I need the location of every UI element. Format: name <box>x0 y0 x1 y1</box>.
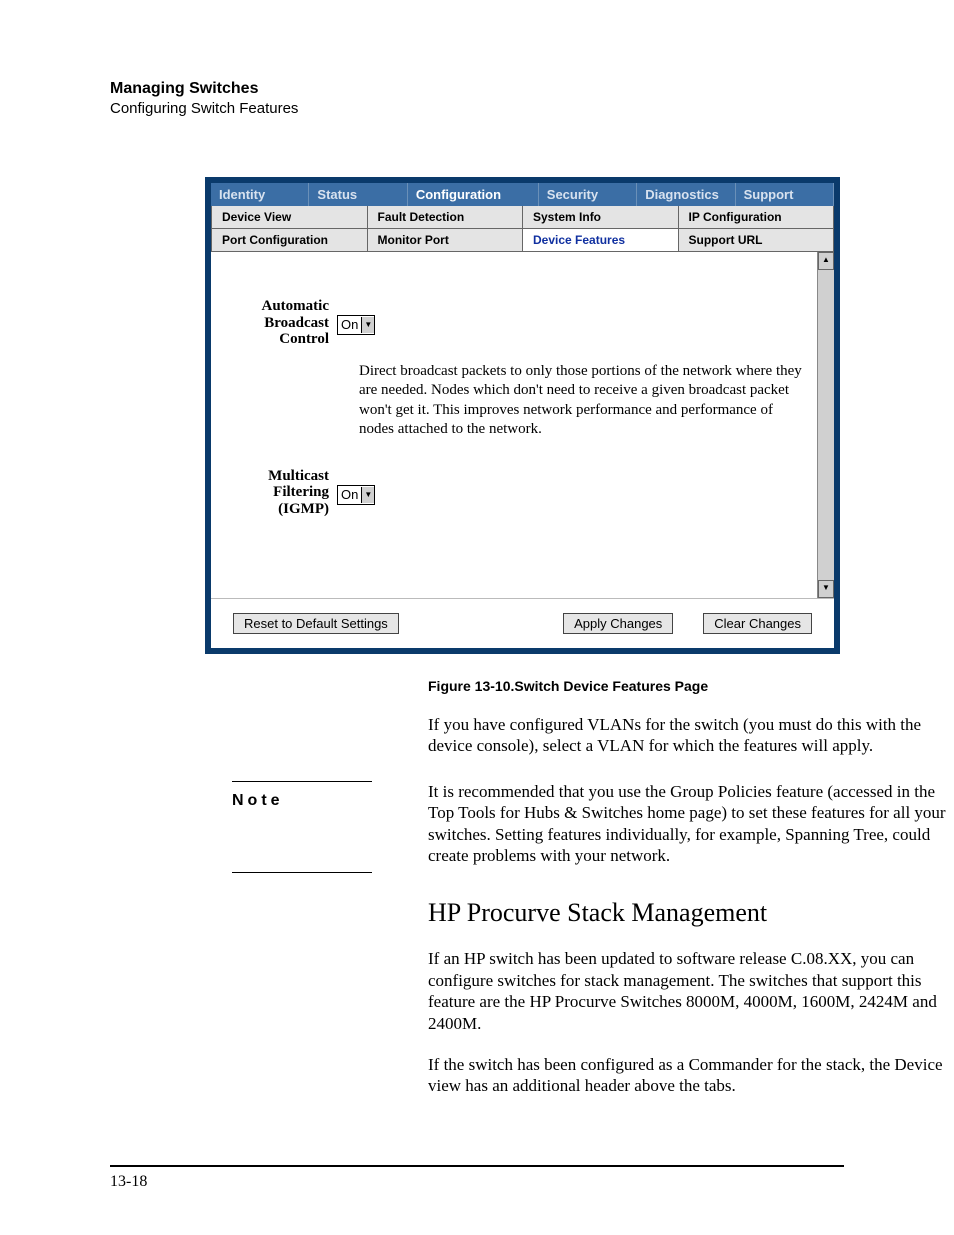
field-multicast-filtering: Multicast Filtering (IGMP) On ▼ <box>239 468 806 518</box>
abc-description: Direct broadcast packets to only those p… <box>239 362 806 440</box>
body-paragraph-1: If you have configured VLANs for the swi… <box>428 714 953 757</box>
clear-button[interactable]: Clear Changes <box>703 613 812 634</box>
subtab-device-features[interactable]: Device Features <box>523 229 679 252</box>
page-number: 13-18 <box>110 1173 147 1191</box>
subtab-support-url[interactable]: Support URL <box>679 229 835 252</box>
switch-device-features-screenshot: Identity Status Configuration Security D… <box>205 177 840 654</box>
field-label-abc: Automatic Broadcast Control <box>239 298 337 348</box>
section-heading: HP Procurve Stack Management <box>428 898 953 928</box>
page-header-subtitle: Configuring Switch Features <box>110 100 844 117</box>
form-button-row: Reset to Default Settings Apply Changes … <box>211 598 834 648</box>
igmp-select[interactable]: On ▼ <box>337 485 375 505</box>
subtab-ip-configuration[interactable]: IP Configuration <box>679 206 835 229</box>
form-scroll-area: ▲ ▼ Automatic Broadcast Control On ▼ Dir… <box>211 252 834 598</box>
figure-caption: Figure 13-10.Switch Device Features Page <box>428 678 844 694</box>
nav-tab-diagnostics[interactable]: Diagnostics <box>637 183 735 206</box>
abc-select-value: On <box>338 316 361 334</box>
body-paragraph-2: If an HP switch has been updated to soft… <box>428 948 953 1034</box>
subtab-port-configuration[interactable]: Port Configuration <box>211 229 368 252</box>
footer-rule <box>110 1165 844 1167</box>
field-label-igmp: Multicast Filtering (IGMP) <box>239 468 337 518</box>
abc-select[interactable]: On ▼ <box>337 315 375 335</box>
nav-tab-security[interactable]: Security <box>539 183 637 206</box>
nav-tab-status[interactable]: Status <box>309 183 407 206</box>
scroll-down-icon[interactable]: ▼ <box>818 580 834 598</box>
note-block: Note It is recommended that you use the … <box>110 781 844 867</box>
field-automatic-broadcast-control: Automatic Broadcast Control On ▼ <box>239 298 806 348</box>
subnav-row-1: Device View Fault Detection System Info … <box>211 206 834 229</box>
subtab-device-view[interactable]: Device View <box>211 206 368 229</box>
note-rule-top <box>232 781 372 782</box>
nav-tab-identity[interactable]: Identity <box>211 183 309 206</box>
chevron-down-icon: ▼ <box>361 487 374 503</box>
apply-button[interactable]: Apply Changes <box>563 613 673 634</box>
subnav-row-2: Port Configuration Monitor Port Device F… <box>211 229 834 252</box>
subtab-monitor-port[interactable]: Monitor Port <box>368 229 524 252</box>
subtab-system-info[interactable]: System Info <box>523 206 679 229</box>
chevron-down-icon: ▼ <box>361 317 374 333</box>
vertical-scrollbar[interactable]: ▲ ▼ <box>817 252 834 598</box>
note-text: It is recommended that you use the Group… <box>428 781 953 867</box>
subtab-fault-detection[interactable]: Fault Detection <box>368 206 524 229</box>
body-paragraph-3: If the switch has been configured as a C… <box>428 1054 953 1097</box>
nav-tab-bar: Identity Status Configuration Security D… <box>211 183 834 206</box>
nav-tab-support[interactable]: Support <box>736 183 834 206</box>
note-rule-bottom <box>232 872 372 873</box>
note-label: Note <box>232 792 372 810</box>
igmp-select-value: On <box>338 486 361 504</box>
scroll-up-icon[interactable]: ▲ <box>818 252 834 270</box>
page-header-title: Managing Switches <box>110 80 844 98</box>
nav-tab-configuration[interactable]: Configuration <box>408 183 539 206</box>
reset-button[interactable]: Reset to Default Settings <box>233 613 399 634</box>
